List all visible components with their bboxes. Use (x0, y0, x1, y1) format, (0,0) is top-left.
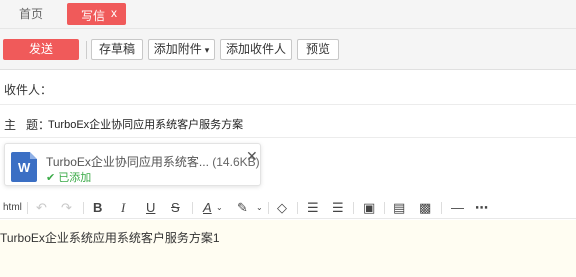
underline-icon[interactable]: U (146, 197, 155, 219)
tab-bar: 首页 写信 x (0, 0, 576, 29)
tab-write-label: 写信 (81, 9, 106, 23)
word-file-icon: W (11, 152, 37, 182)
toolbar-divider (86, 41, 87, 59)
ordered-list-icon[interactable]: ☰ (307, 197, 319, 219)
attachment-card: W TurboEx企业协同应用系统客... (14.6KB) ✔ 已添加 ✕ (4, 143, 261, 186)
add-attachment-button[interactable]: 添加附件 ▾ (148, 39, 215, 60)
editor-text: TurboEx企业系统应用系统客户服务方案1 (0, 231, 220, 245)
tab-close-icon[interactable]: x (111, 6, 117, 20)
horizontal-rule-icon[interactable]: — (451, 197, 464, 219)
add-attachment-label: 添加附件 (153, 42, 202, 56)
editor-toolbar: html ↶ ↷ B I U S A ⌄ ✎ ⌄ ◇ ☰ ☰ ▣ ▤ ▩ — ⋯ (0, 197, 576, 219)
attachment-status: ✔ 已添加 (46, 169, 91, 185)
html-source-button[interactable]: html (3, 197, 22, 219)
video-icon[interactable]: ▩ (419, 197, 431, 219)
italic-icon[interactable]: I (121, 197, 125, 219)
editor-body[interactable]: TurboEx企业系统应用系统客户服务方案1 (0, 220, 576, 277)
save-draft-button[interactable]: 存草稿 (91, 39, 143, 60)
bold-icon[interactable]: B (93, 197, 102, 219)
check-icon: ✔ (46, 172, 56, 184)
font-color-icon[interactable]: A (203, 197, 212, 219)
compose-toolbar: 发送 存草稿 添加附件 ▾ 添加收件人 预览 (0, 29, 576, 70)
attachment-status-label: 已添加 (58, 172, 92, 184)
image-icon[interactable]: ▤ (393, 197, 405, 219)
field-divider (0, 137, 576, 138)
preview-button[interactable]: 预览 (297, 39, 339, 60)
chevron-down-icon: ▾ (204, 45, 210, 55)
more-icon[interactable]: ⋯ (475, 197, 488, 219)
attachment-filename: TurboEx企业协同应用系统客... (46, 155, 209, 169)
subject-input[interactable]: TurboEx企业协同应用系统客户服务方案 (48, 116, 243, 132)
clear-format-icon[interactable]: ◇ (277, 197, 287, 219)
redo-icon[interactable]: ↷ (61, 197, 72, 219)
remove-attachment-icon[interactable]: ✕ (246, 148, 258, 165)
recipient-label: 收件人： (4, 83, 53, 97)
chevron-down-icon[interactable]: ⌄ (216, 197, 223, 219)
unordered-list-icon[interactable]: ☰ (332, 197, 344, 219)
chevron-down-icon[interactable]: ⌄ (256, 197, 263, 219)
strikethrough-icon[interactable]: S (171, 197, 180, 219)
highlight-icon[interactable]: ✎ (237, 197, 248, 219)
subject-label: 主 题： (4, 118, 51, 132)
send-button[interactable]: 发送 (3, 39, 79, 60)
tab-write[interactable]: 写信 x (67, 3, 126, 25)
attachment-name: TurboEx企业协同应用系统客... (14.6KB) (46, 153, 260, 170)
field-divider (0, 104, 576, 105)
undo-icon[interactable]: ↶ (36, 197, 47, 219)
tab-home[interactable]: 首页 (0, 0, 62, 29)
table-icon[interactable]: ▣ (363, 197, 375, 219)
add-recipient-button[interactable]: 添加收件人 (220, 39, 292, 60)
recipient-input[interactable] (48, 73, 576, 103)
